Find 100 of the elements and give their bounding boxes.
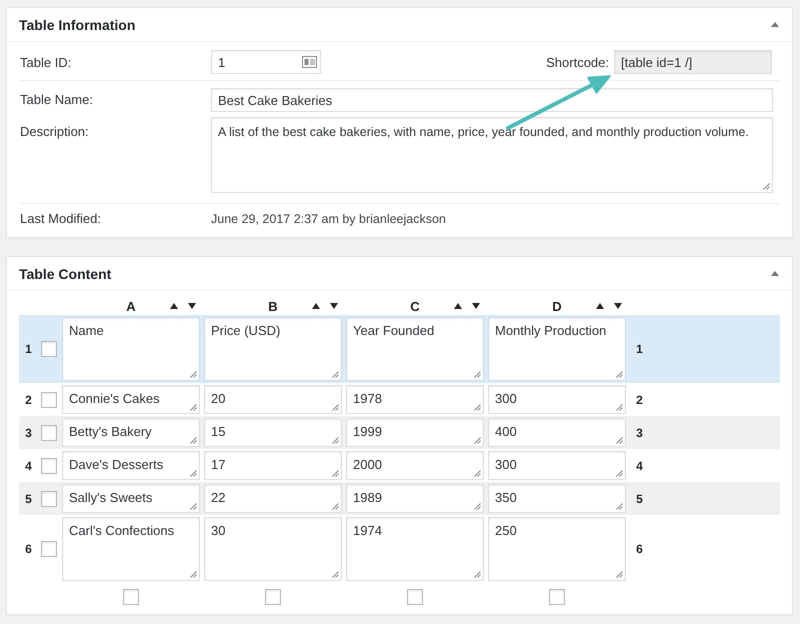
row-number: 5 <box>25 492 32 506</box>
field-label: Shortcode: <box>545 54 609 70</box>
cell-field[interactable]: Carl's Confections <box>62 517 200 581</box>
row-number: 6 <box>636 542 643 556</box>
cell-field[interactable]: Year Founded <box>346 317 484 381</box>
resize-grip-icon[interactable] <box>616 503 623 510</box>
cell-field[interactable]: 300 <box>488 385 626 414</box>
resize-grip-icon[interactable] <box>332 571 339 578</box>
resize-grip-icon[interactable] <box>332 437 339 444</box>
resize-grip-icon[interactable] <box>190 571 197 578</box>
cell-field[interactable]: Betty's Bakery <box>62 418 200 447</box>
resize-grip-icon[interactable] <box>616 571 623 578</box>
column-checkbox[interactable] <box>123 589 139 605</box>
cell-field[interactable]: Name <box>62 317 200 381</box>
field-label: Description: <box>19 123 90 139</box>
sort-up-icon[interactable] <box>454 303 462 309</box>
collapse-button[interactable] <box>770 270 780 278</box>
cell-field[interactable]: 22 <box>204 484 342 513</box>
resize-grip-icon[interactable] <box>474 571 481 578</box>
sort-up-icon[interactable] <box>312 303 320 309</box>
resize-grip-icon[interactable] <box>190 470 197 477</box>
sort-down-icon[interactable] <box>330 303 338 309</box>
resize-grip-icon[interactable] <box>474 437 481 444</box>
cell-field[interactable]: Monthly Production <box>488 317 626 381</box>
cell-field[interactable]: 15 <box>204 418 342 447</box>
row-checkbox[interactable] <box>41 341 57 357</box>
resize-grip-icon[interactable] <box>474 404 481 411</box>
sort-down-icon[interactable] <box>188 303 196 309</box>
row-number: 6 <box>25 542 32 556</box>
cell-field[interactable]: 30 <box>204 517 342 581</box>
row-number: 3 <box>636 426 643 440</box>
column-letter: A <box>126 298 136 314</box>
resize-grip-icon[interactable] <box>332 371 339 378</box>
contact-card-icon[interactable] <box>302 56 317 68</box>
row-number: 5 <box>636 492 643 506</box>
resize-grip-icon[interactable] <box>332 503 339 510</box>
cell-field[interactable]: Price (USD) <box>204 317 342 381</box>
resize-grip-icon[interactable] <box>332 470 339 477</box>
cell-field[interactable]: 300 <box>488 451 626 480</box>
panel-title: Table Information <box>19 16 136 32</box>
row-checkbox[interactable] <box>41 458 57 474</box>
caret-up-icon <box>771 22 779 27</box>
resize-grip-icon[interactable] <box>190 437 197 444</box>
cell-field[interactable]: 2000 <box>346 451 484 480</box>
field-label: Table ID: <box>19 54 72 70</box>
caret-up-icon <box>771 271 779 276</box>
table-id-field[interactable]: 1 <box>211 50 321 74</box>
collapse-button[interactable] <box>770 20 780 28</box>
row-number: 3 <box>25 426 32 440</box>
resize-grip-icon[interactable] <box>616 404 623 411</box>
cell-field[interactable]: 250 <box>488 517 626 581</box>
resize-grip-icon[interactable] <box>190 404 197 411</box>
resize-grip-icon[interactable] <box>332 404 339 411</box>
resize-grip-icon[interactable] <box>474 470 481 477</box>
field-label: Last Modified: <box>19 211 102 226</box>
row-number: 1 <box>636 342 643 356</box>
resize-grip-icon[interactable] <box>763 183 770 190</box>
cell-field[interactable]: Dave's Desserts <box>62 451 200 480</box>
resize-grip-icon[interactable] <box>474 371 481 378</box>
column-checkbox[interactable] <box>549 589 565 605</box>
row-number: 2 <box>25 392 32 406</box>
last-modified-text: June 29, 2017 2:37 am by brianleejackson <box>211 212 447 226</box>
resize-grip-icon[interactable] <box>616 470 623 477</box>
resize-grip-icon[interactable] <box>616 371 623 378</box>
cell-field[interactable]: 17 <box>204 451 342 480</box>
resize-grip-icon[interactable] <box>616 437 623 444</box>
row-checkbox[interactable] <box>41 541 57 557</box>
sort-up-icon[interactable] <box>596 303 604 309</box>
table-name-field[interactable]: Best Cake Bakeries <box>211 88 773 112</box>
row-checkbox[interactable] <box>41 424 57 440</box>
panel-title: Table Content <box>19 266 112 282</box>
cell-field[interactable]: Connie's Cakes <box>62 385 200 414</box>
cell-field[interactable]: 1974 <box>346 517 484 581</box>
sort-down-icon[interactable] <box>614 303 622 309</box>
field-label: Table Name: <box>19 91 94 109</box>
cell-field[interactable]: 400 <box>488 418 626 447</box>
column-letter: D <box>552 298 562 314</box>
cell-field[interactable]: 1978 <box>346 385 484 414</box>
column-checkbox[interactable] <box>265 589 281 605</box>
row-number: 4 <box>25 458 32 472</box>
cell-field[interactable]: 20 <box>204 385 342 414</box>
column-letter: B <box>268 298 278 314</box>
resize-grip-icon[interactable] <box>190 371 197 378</box>
row-number: 4 <box>636 458 643 472</box>
sort-up-icon[interactable] <box>170 303 178 309</box>
column-letter: C <box>410 298 420 314</box>
description-field[interactable]: A list of the best cake bakeries, with name, price, year founded, and monthly production volume. <box>211 117 773 193</box>
sort-down-icon[interactable] <box>472 303 480 309</box>
shortcode-field[interactable]: [table id=1 /] <box>614 50 772 74</box>
column-checkbox[interactable] <box>407 589 423 605</box>
row-number: 2 <box>636 392 643 406</box>
row-checkbox[interactable] <box>41 490 57 506</box>
resize-grip-icon[interactable] <box>190 503 197 510</box>
cell-field[interactable]: 1999 <box>346 418 484 447</box>
cell-field[interactable]: 1989 <box>346 484 484 513</box>
row-number: 1 <box>25 342 32 356</box>
cell-field[interactable]: 350 <box>488 484 626 513</box>
row-checkbox[interactable] <box>41 392 57 408</box>
resize-grip-icon[interactable] <box>474 503 481 510</box>
cell-field[interactable]: Sally's Sweets <box>62 484 200 513</box>
